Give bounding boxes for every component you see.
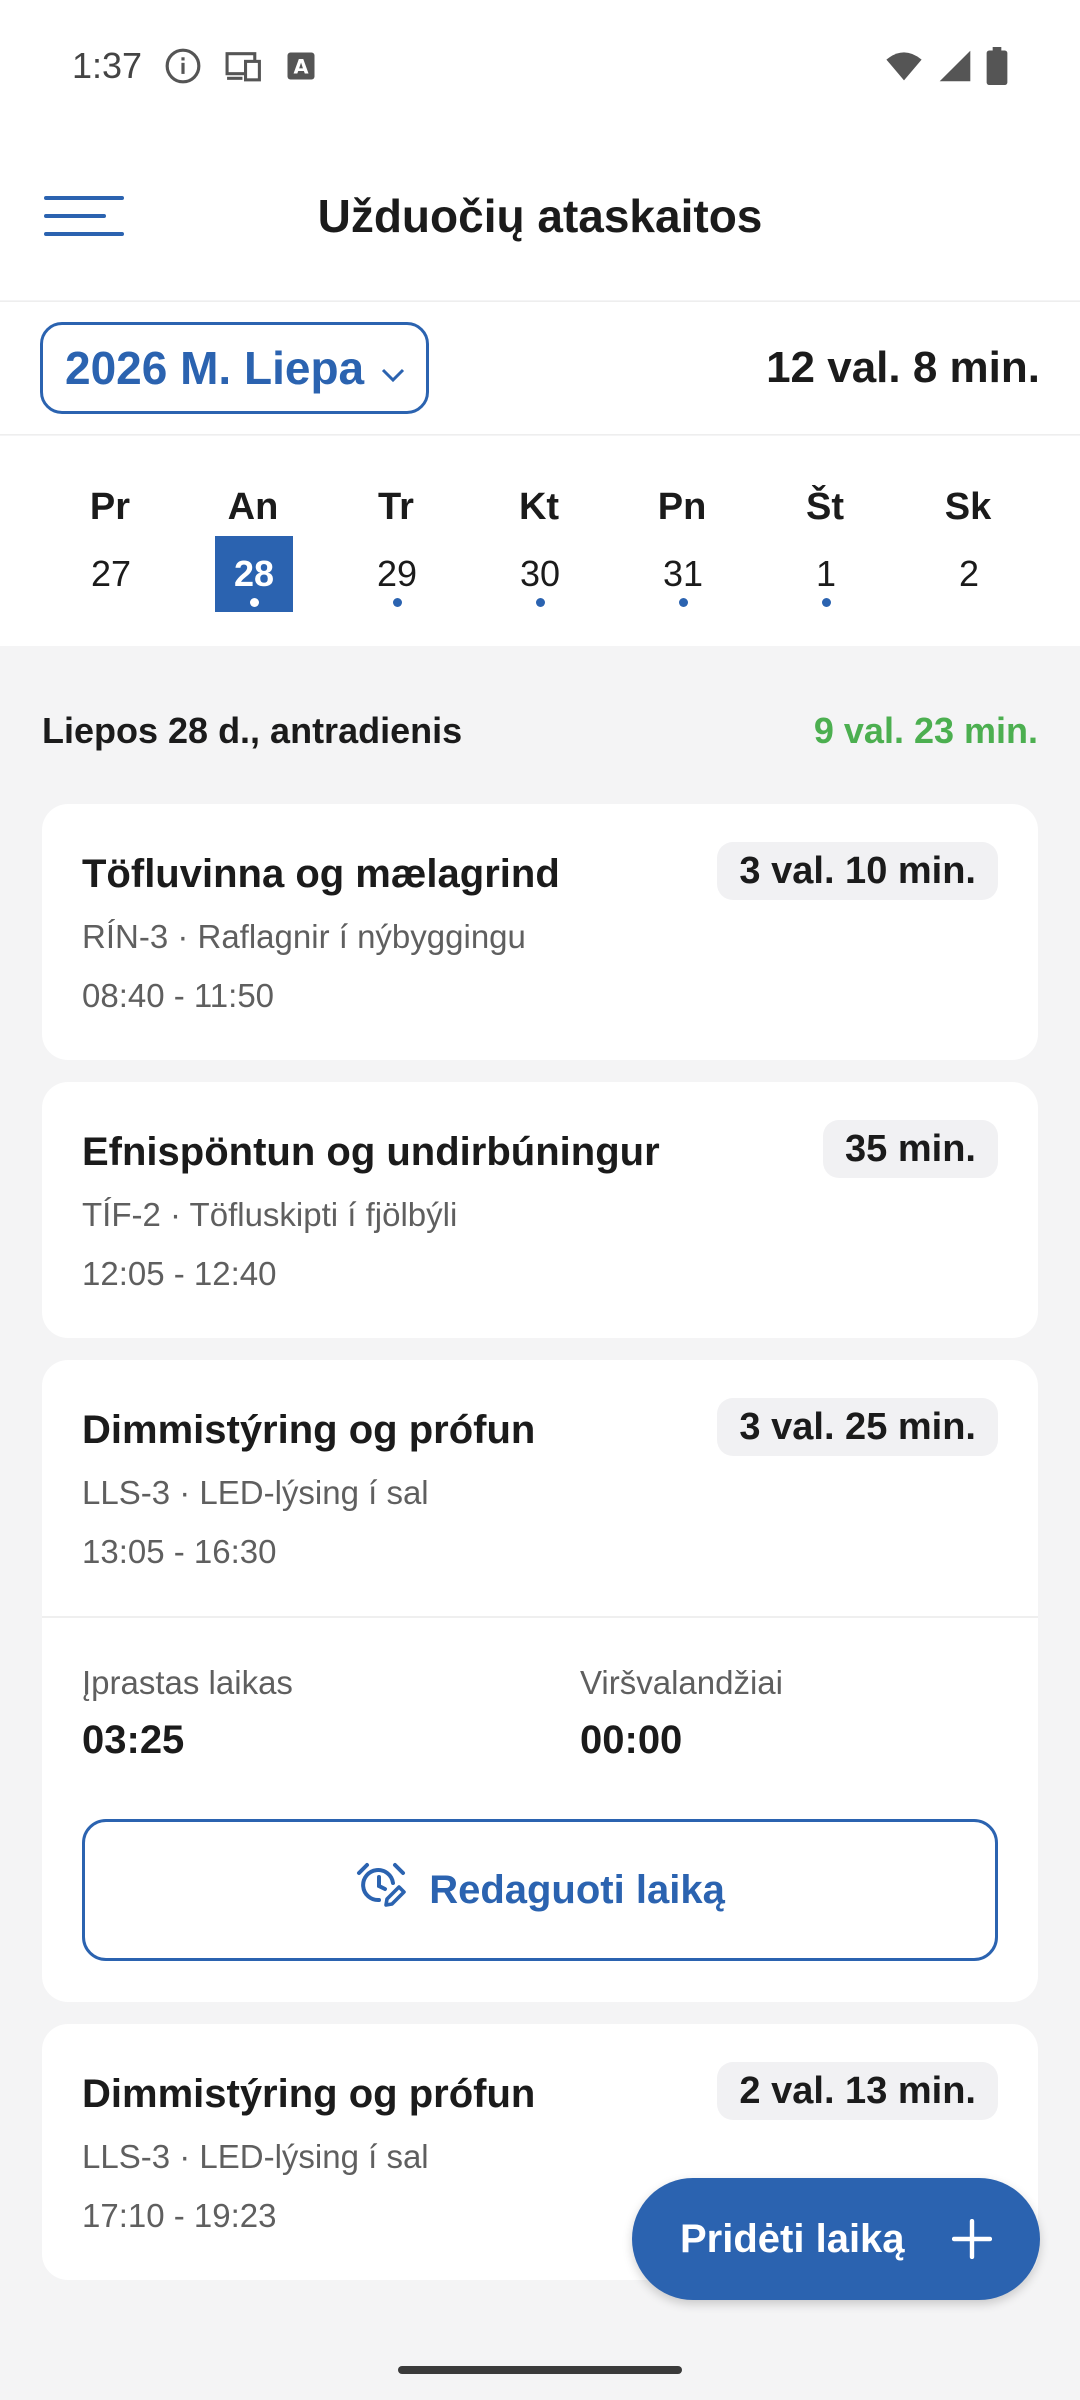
day-kt[interactable]: Kt 30: [479, 436, 599, 646]
entries-dot: [679, 598, 688, 607]
regular-time-label: Įprastas laikas: [82, 1664, 293, 1701]
edit-time-button[interactable]: Redaguoti laiką: [82, 1819, 998, 1961]
home-indicator[interactable]: [398, 2366, 682, 2374]
entries-dot: [536, 598, 545, 607]
day-name: Pn: [657, 486, 707, 528]
entry-time-range: 13:05 - 16:30: [82, 1533, 277, 1570]
day-name: Pr: [89, 486, 131, 528]
day-summary-title: Liepos 28 d., antradienis: [42, 710, 463, 751]
day-an[interactable]: An 28: [193, 436, 313, 646]
day-sk[interactable]: Sk 2: [908, 436, 1028, 646]
day-name: Št: [806, 486, 844, 528]
entry-title: Efnispöntun og undirbúningur: [82, 1130, 660, 1174]
chevron-down-icon: [380, 341, 406, 395]
entry-card[interactable]: Efnispöntun og undirbúningur 35 min. TÍF…: [42, 1082, 1038, 1338]
day-name: An: [227, 486, 279, 528]
edit-time-label: Redaguoti laiką: [429, 1867, 725, 1912]
month-dropdown[interactable]: 2026 M. Liepa: [40, 322, 430, 414]
day-tr[interactable]: Tr 29: [336, 436, 456, 646]
entry-card[interactable]: Töfluvinna og mælagrind 3 val. 10 min. R…: [42, 804, 1038, 1060]
app-bar: Užduočių ataskaitos: [0, 132, 1080, 300]
signal-icon: [938, 49, 972, 83]
hamburger-menu-icon[interactable]: [44, 192, 124, 242]
entry-duration-badge: 3 val. 25 min.: [717, 1398, 998, 1456]
entry-title: Dimmistýring og prófun: [82, 1408, 536, 1452]
day-number: 2: [958, 553, 980, 594]
entry-project: LLS-3 · LED-lýsing í sal: [82, 1474, 429, 1511]
battery-icon: [986, 47, 1008, 85]
month-dropdown-label: 2026 M. Liepa: [65, 342, 365, 394]
entries-dot: [393, 598, 402, 607]
day-name: Kt: [518, 486, 560, 528]
day-summary: Liepos 28 d., antradienis 9 val. 23 min.: [42, 710, 1038, 752]
entry-duration-badge: 35 min.: [823, 1120, 998, 1178]
entries-dot: [822, 598, 831, 607]
status-bar: 1:37 A: [0, 0, 1080, 132]
plus-icon: [952, 2219, 992, 2259]
info-icon: [164, 47, 202, 85]
entry-title: Dimmistýring og prófun: [82, 2072, 536, 2116]
week-strip: Pr 27 An 28 Tr 29 Kt 30 Pn 31 Št 1 Sk 2: [0, 436, 1080, 646]
svg-text:A: A: [294, 56, 309, 79]
entry-project: LLS-3 · LED-lýsing í sal: [82, 2138, 429, 2175]
day-pn[interactable]: Pn 31: [622, 436, 742, 646]
alarm-edit-icon: [355, 1859, 407, 1921]
day-summary-total: 9 val. 23 min.: [813, 710, 1038, 751]
entry-time-range: 17:10 - 19:23: [82, 2197, 277, 2234]
add-time-label: Pridėti laiką: [680, 2216, 905, 2261]
entry-project: TÍF-2 · Töfluskipti í fjölbýli: [82, 1196, 458, 1233]
period-total: 12 val. 8 min.: [766, 343, 1040, 392]
wifi-icon: [884, 50, 924, 82]
regular-time-value: 03:25: [82, 1718, 185, 1762]
entry-duration-badge: 3 val. 10 min.: [717, 842, 998, 900]
overtime-label: Viršvalandžiai: [580, 1664, 783, 1701]
entries-dot: [250, 598, 259, 607]
status-time: 1:37: [72, 45, 143, 86]
entry-title: Töfluvinna og mælagrind: [82, 852, 560, 896]
entry-project: RÍN-3 · Raflagnir í nýbyggingu: [82, 918, 526, 955]
devices-icon: [224, 49, 264, 83]
overtime-value: 00:00: [580, 1718, 683, 1762]
divider: [42, 1616, 1038, 1618]
day-number: 27: [90, 553, 132, 594]
period-row: 2026 M. Liepa 12 val. 8 min.: [0, 301, 1080, 435]
entry-time-range: 12:05 - 12:40: [82, 1255, 277, 1292]
day-pr[interactable]: Pr 27: [50, 436, 170, 646]
page-title: Užduočių ataskaitos: [317, 190, 763, 242]
add-time-button[interactable]: Pridėti laiką: [632, 2178, 1040, 2300]
day-st[interactable]: Št 1: [765, 436, 885, 646]
keyboard-a-icon: A: [286, 51, 316, 81]
entry-card-expanded[interactable]: Dimmistýring og prófun 3 val. 25 min. LL…: [42, 1360, 1038, 2002]
day-name: Sk: [944, 486, 992, 528]
entry-duration-badge: 2 val. 13 min.: [717, 2062, 998, 2120]
entry-time-range: 08:40 - 11:50: [82, 977, 275, 1014]
day-name: Tr: [378, 486, 414, 528]
